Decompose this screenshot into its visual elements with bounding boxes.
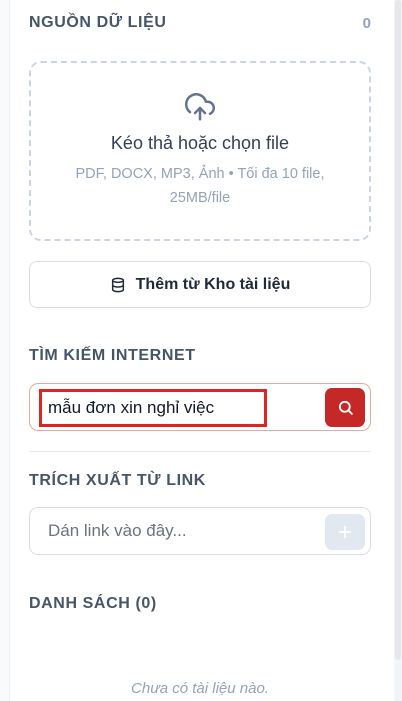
add-link-button[interactable] <box>325 514 365 550</box>
upload-cloud-icon <box>185 93 216 121</box>
plus-icon <box>338 525 352 539</box>
scrollbar-track[interactable] <box>394 0 402 701</box>
file-dropzone[interactable]: Kéo thả hoặc chọn file PDF, DOCX, MP3, Ả… <box>29 61 371 241</box>
list-title: DANH SÁCH (0) <box>29 595 157 612</box>
sources-header: NGUỒN DỮ LIỆU 0 <box>29 14 371 32</box>
sources-count: 0 <box>362 14 371 32</box>
web-search-header: TÌM KIẾM INTERNET <box>29 347 371 365</box>
web-search-box <box>29 383 371 431</box>
link-extract-header: TRÍCH XUẤT TỪ LINK <box>29 472 371 490</box>
section-divider <box>29 451 371 452</box>
database-icon <box>111 277 124 292</box>
list-header: DANH SÁCH (0) <box>29 595 371 613</box>
web-search-input[interactable] <box>39 389 267 427</box>
search-icon <box>338 400 353 415</box>
web-search-title: TÌM KIẾM INTERNET <box>29 347 196 364</box>
dropzone-title: Kéo thả hoặc chọn file <box>110 133 290 153</box>
link-extract-title: TRÍCH XUẤT TỪ LINK <box>29 472 206 489</box>
left-panel-edge <box>0 0 10 701</box>
dropzone-subtitle: PDF, DOCX, MP3, Ảnh • Tối đa 10 file, 25… <box>75 166 325 206</box>
sources-title: NGUỒN DỮ LIỆU <box>29 14 167 31</box>
add-from-library-label: Thêm từ Kho tài liệu <box>135 275 291 293</box>
add-from-library-button[interactable]: Thêm từ Kho tài liệu <box>29 261 371 308</box>
empty-list-message: Chưa có tài liệu nào. <box>131 680 269 697</box>
web-search-button[interactable] <box>325 388 365 427</box>
scrollbar-thumb[interactable] <box>395 0 401 660</box>
link-input[interactable] <box>31 509 321 553</box>
link-extract-box <box>29 507 371 555</box>
